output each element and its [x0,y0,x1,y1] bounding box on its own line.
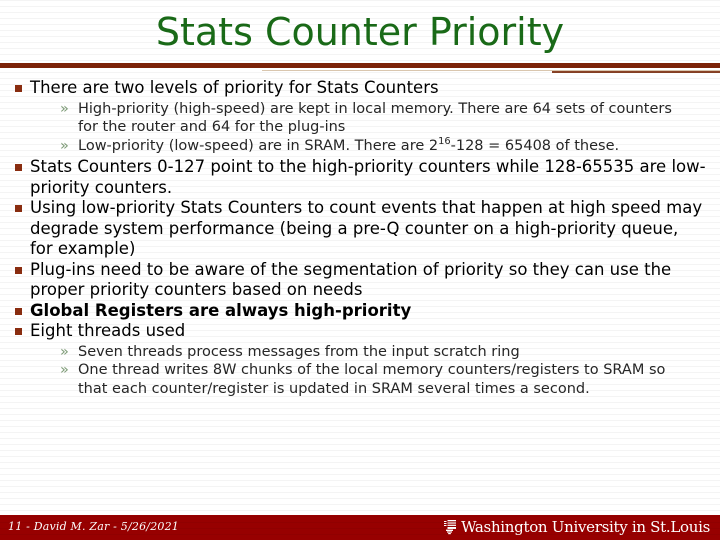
slide-body: There are two levels of priority for Sta… [0,78,720,400]
exponent-16: 16 [438,135,451,147]
footer-page-credit: 11 - David M. Zar - 5/26/2021 [8,520,179,533]
sub-bullet-item: » One thread writes 8W chunks of the loc… [52,361,696,398]
bullet-item: Eight threads used » Seven threads proce… [0,321,706,398]
wustl-crest-icon [443,520,457,535]
bullet-square-icon [15,307,22,315]
sub-bullet-list: » High-priority (high-speed) are kept in… [30,100,706,156]
bullet-square-icon [15,85,22,92]
sub-bullet-text: Seven threads process messages from the … [78,343,520,360]
bullet-square-icon [15,205,22,212]
title-divider-accent-dark [552,71,720,73]
bullet-square-icon [15,328,22,335]
university-branding: Washington University in St.Louis [442,518,710,536]
sub-bullet-item: » High-priority (high-speed) are kept in… [52,100,696,137]
bullet-item: Plug-ins need to be aware of the segment… [0,260,706,301]
guillemet-icon: » [60,343,69,360]
guillemet-icon: » [60,362,69,378]
bullet-item: Stats Counters 0-127 point to the high-p… [0,157,706,198]
sub-bullet-list: » Seven threads process messages from th… [30,343,706,399]
title-divider-rule [0,63,720,68]
guillemet-icon: » [60,100,69,117]
sub-bullet-item: » Low-priority (low-speed) are in SRAM. … [52,135,696,156]
bullet-text: Using low-priority Stats Counters to cou… [30,198,703,258]
sub-bullet-text: High-priority (high-speed) are kept in l… [78,100,672,136]
bullet-item: There are two levels of priority for Sta… [0,78,706,155]
bullet-text: Stats Counters 0-127 point to the high-p… [30,157,706,197]
university-name: Washington University in St.Louis [461,518,710,536]
sub-bullet-text-suffix: -128 = 65408 of these. [450,137,620,154]
slide-canvas: Stats Counter Priority There are two lev… [0,0,720,540]
page-title: Stats Counter Priority [155,10,565,54]
bullet-square-icon [15,164,22,171]
bullet-text: Plug-ins need to be aware of the segment… [30,259,672,300]
sub-bullet-text-prefix: Low-priority (low-speed) are in SRAM. Th… [78,137,439,154]
title-area: Stats Counter Priority [0,8,720,56]
bullet-item: Global Registers are always high-priorit… [0,301,706,322]
bullet-square-icon [15,266,22,274]
bullet-text: Global Registers are always high-priorit… [30,300,412,320]
guillemet-icon: » [60,137,69,154]
sub-bullet-text: One thread writes 8W chunks of the local… [78,362,666,397]
bullet-text: Eight threads used [30,321,186,340]
bullet-item: Using low-priority Stats Counters to cou… [0,198,706,260]
bullet-list: There are two levels of priority for Sta… [0,78,720,398]
sub-bullet-item: » Seven threads process messages from th… [52,343,696,362]
bullet-text: There are two levels of priority for Sta… [30,78,439,97]
